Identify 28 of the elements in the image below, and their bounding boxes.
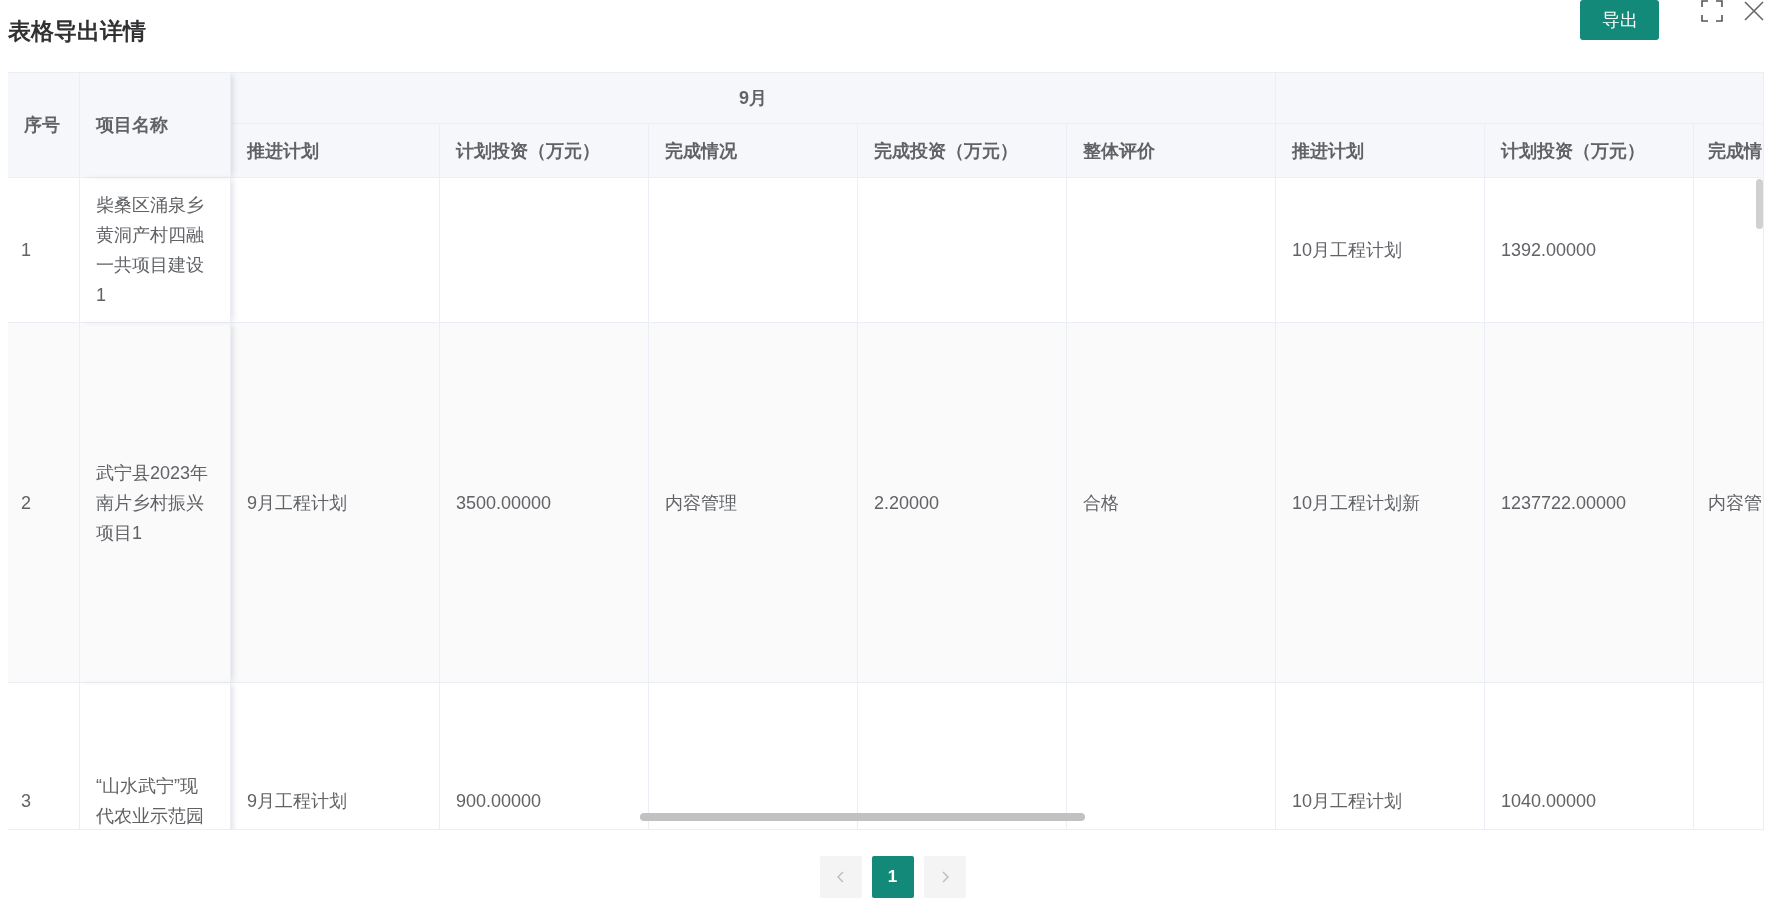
column-header: 推进计划 (231, 124, 440, 178)
table-row[interactable]: 1 柴桑区涌泉乡黄洞产村四融一共项目建设1 10月工程计划 1392.00000 (8, 178, 1764, 323)
column-header: 计划投资（万元） (440, 124, 649, 178)
next-page-button[interactable] (923, 856, 966, 898)
close-icon[interactable] (1743, 0, 1765, 22)
fullscreen-icon[interactable] (1701, 0, 1723, 22)
horizontal-scrollbar-thumb[interactable] (640, 813, 1085, 821)
table-cell: 9月工程计划 (231, 683, 440, 829)
table-cell: 10月工程计划 (1276, 683, 1485, 829)
table-cell: 3 (8, 683, 80, 829)
export-button[interactable]: 导出 (1580, 0, 1659, 40)
column-header: 推进计划 (1276, 124, 1485, 178)
column-header: 计划投资（万元） (1485, 124, 1694, 178)
previous-page-button[interactable] (819, 856, 862, 898)
column-header: 整体评价 (1067, 124, 1276, 178)
column-header: 完成情 (1694, 124, 1764, 178)
dialog-title: 表格导出详情 (8, 17, 146, 45)
column-header: 完成投资（万元） (858, 124, 1067, 178)
column-group-header: 9月 (231, 73, 1276, 124)
column-header: 序号 (8, 73, 80, 178)
column-header: 完成情况 (649, 124, 858, 178)
column-header: 项目名称 (80, 73, 231, 178)
table-cell: 1040.00000 (1485, 683, 1694, 829)
page-button[interactable]: 1 (871, 856, 914, 898)
chevron-left-icon (835, 871, 846, 883)
vertical-scrollbar-thumb[interactable] (1756, 179, 1763, 229)
table-row[interactable]: 2 武宁县2023年南片乡村振兴项目1 9月工程计划 3500.00000 内容管理 2.20000 合格 10月工程计划新 1237722.00000 内容管 (8, 323, 1764, 683)
table-cell: “山水武宁”现代农业示范园 (80, 683, 231, 829)
